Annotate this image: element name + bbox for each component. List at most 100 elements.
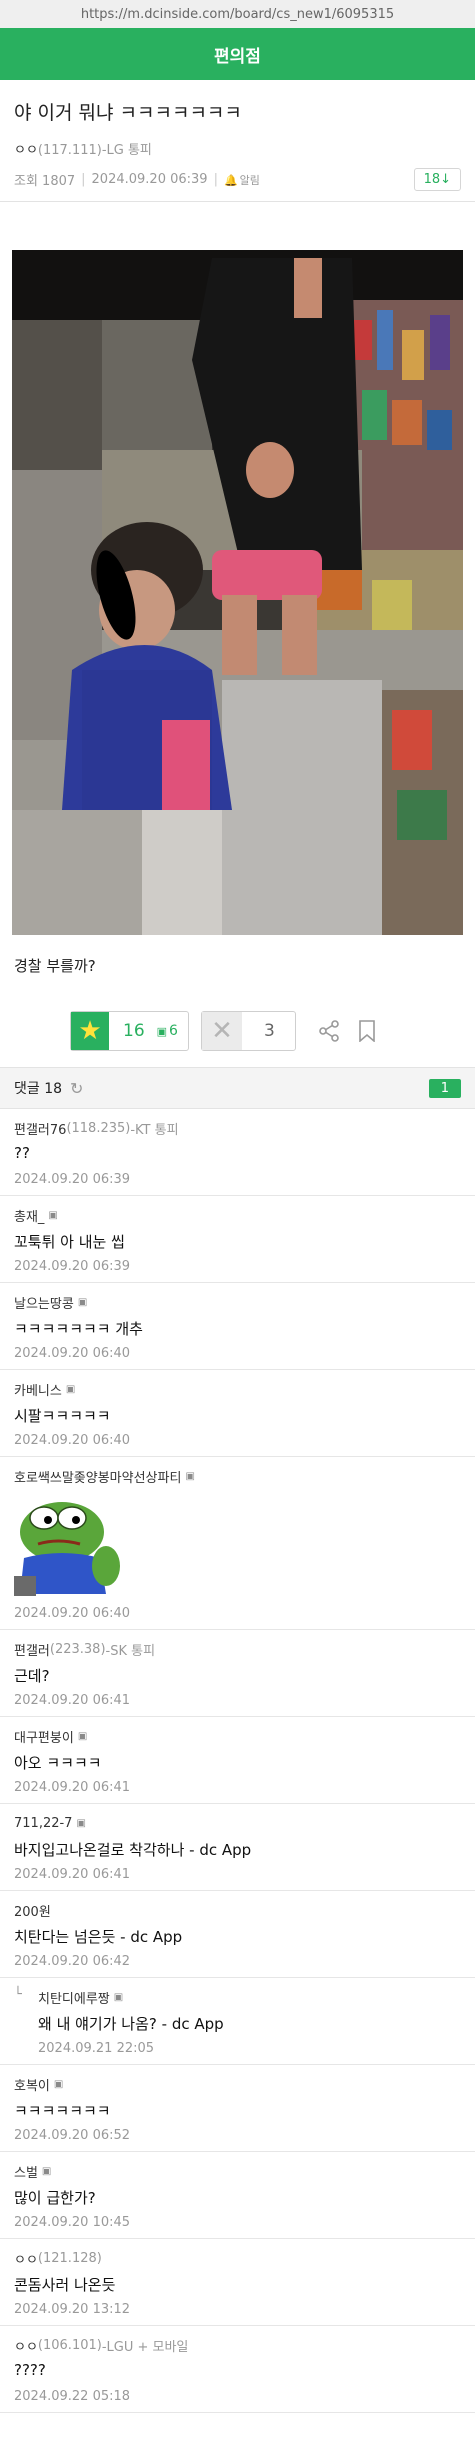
comment-item: 대구편붕이 ▣ 아오 ㅋㅋㅋㅋ 2024.09.20 06:41 xyxy=(0,1717,475,1804)
address-bar[interactable]: https://m.dcinside.com/board/cs_new1/609… xyxy=(0,0,475,28)
gallery-header[interactable]: 편의점 xyxy=(0,28,475,80)
comment-author[interactable]: 200원 xyxy=(14,1900,461,1920)
fixed-user-icon: ▣ xyxy=(53,2078,64,2090)
comment-body: 치탄다는 넘은듯 - dc App xyxy=(14,1928,183,1946)
bookmark-icon[interactable] xyxy=(358,1020,376,1042)
comment-author[interactable]: 편갤러 (223.38) -SK 통피 xyxy=(14,1639,461,1659)
recommend-button[interactable]: ★ 16 ▣ 6 xyxy=(70,1011,189,1051)
comment-date: 2024.09.20 06:41 xyxy=(14,1867,131,1882)
post-author-name[interactable]: ㅇㅇ xyxy=(14,143,38,158)
comment-author-name: 호복이 xyxy=(14,2078,50,2094)
comment-item: ㅇㅇ (121.128) 콘돔사러 나온듯 2024.09.20 13:12 xyxy=(0,2239,475,2326)
comment-author-name: 711,22-7 xyxy=(14,1815,73,1831)
post-author-carrier: -LG 통피 xyxy=(101,143,152,158)
comment-date: 2024.09.20 06:40 xyxy=(14,1606,131,1621)
fixed-recommend: ▣ 6 xyxy=(153,1012,188,1050)
comment-item: 총재_ ▣ 꼬툭튀 아 내눈 씹 2024.09.20 06:39 xyxy=(0,1196,475,1283)
nonrecommend-count: 3 xyxy=(263,1021,275,1041)
comment-reply-item: └ 치탄디에루짱 ▣ 왜 내 얘기가 나옴? - dc App 2024.09.2… xyxy=(0,1978,475,2065)
bell-icon: 🔔 xyxy=(223,173,238,187)
reply-arrow-icon: └ xyxy=(14,1987,22,2002)
comment-body: 아오 ㅋㅋㅋㅋ xyxy=(14,1754,102,1772)
comment-body: ?? xyxy=(14,1144,30,1162)
comment-author[interactable]: 날으는땅콩 ▣ xyxy=(14,1292,461,1312)
comment-body: ㅋㅋㅋㅋㅋㅋㅋ 개추 xyxy=(14,1320,143,1338)
post-author: ㅇㅇ(117.111)-LG 통피 xyxy=(14,139,461,158)
vote-bar: ★ 16 ▣ 6 ✕ 3 xyxy=(70,1009,475,1053)
comment-date: 2024.09.20 06:39 xyxy=(14,1259,131,1274)
fixed-user-icon: ▣ xyxy=(77,1730,88,1742)
comment-date: 2024.09.20 06:40 xyxy=(14,1433,131,1448)
comment-author-ip: (118.235) xyxy=(66,1120,131,1136)
comment-author[interactable]: ㅇㅇ (106.101) -LGU + 모바일 xyxy=(14,2335,461,2355)
post-title: 야 이거 뭐냐 ㅋㅋㅋㅋㅋㅋㅋ xyxy=(14,102,242,124)
comment-body: 많이 급한가? xyxy=(14,2189,96,2207)
comment-count-badge[interactable]: 18↓ xyxy=(413,168,461,191)
comment-body: 꼬툭튀 아 내눈 씹 xyxy=(14,1233,125,1251)
post-views: 조회 1807 xyxy=(14,174,76,189)
comment-author-ip: (121.128) xyxy=(37,2250,102,2266)
comment-author[interactable]: 카베니스 ▣ xyxy=(14,1379,461,1399)
comment-author[interactable]: 치탄디에루짱 ▣ xyxy=(38,1987,461,2007)
comment-author-name: 스벌 xyxy=(14,2165,38,2181)
fixed-user-icon: ▣ xyxy=(185,1470,195,1482)
divider: | xyxy=(213,172,218,187)
comment-date: 2024.09.22 05:18 xyxy=(14,2389,131,2404)
post-image[interactable] xyxy=(12,250,463,935)
x-icon: ✕ xyxy=(201,1012,242,1050)
comment-author-carrier: -SK 통피 xyxy=(105,1643,156,1659)
comment-item: 편갤러 (223.38) -SK 통피 근데? 2024.09.20 06:41 xyxy=(0,1630,475,1717)
comment-author-name: ㅇㅇ xyxy=(14,2339,38,2355)
url-text: https://m.dcinside.com/board/cs_new1/609… xyxy=(80,6,395,22)
comment-body: ㅋㅋㅋㅋㅋㅋㅋ xyxy=(14,2102,111,2120)
comment-item: 200원 치탄다는 넘은듯 - dc App 2024.09.20 06:42 xyxy=(0,1891,475,1978)
post-author-ip: (117.111) xyxy=(37,143,102,158)
comment-item: 편갤러76 (118.235) -KT 통피 ?? 2024.09.20 06:39 xyxy=(0,1109,475,1196)
comment-item: 날으는땅콩 ▣ ㅋㅋㅋㅋㅋㅋㅋ 개추 2024.09.20 06:40 xyxy=(0,1283,475,1370)
comment-date: 2024.09.20 06:42 xyxy=(14,1954,131,1969)
comment-author[interactable]: 호복이 ▣ xyxy=(14,2074,461,2094)
fixed-user-icon: ▣ xyxy=(65,1383,76,1395)
fixed-user-icon: ▣ xyxy=(41,2165,52,2177)
comment-author[interactable]: ㅇㅇ (121.128) xyxy=(14,2248,461,2268)
comment-date: 2024.09.20 06:40 xyxy=(14,1346,131,1361)
fixed-recommend-count: 6 xyxy=(169,1023,178,1039)
fixed-user-icon: ▣ xyxy=(113,1991,124,2003)
comment-date: 2024.09.20 10:45 xyxy=(14,2215,131,2230)
share-icon[interactable] xyxy=(318,1020,340,1042)
post-body-text: 경찰 부를까? xyxy=(14,957,96,975)
comment-author[interactable]: 711,22-7 ▣ xyxy=(14,1813,461,1833)
fixed-user-icon: ▣ xyxy=(76,1817,86,1829)
star-icon: ★ xyxy=(71,1012,109,1050)
comment-count-label: 댓글 18 xyxy=(14,1081,63,1097)
comment-date: 2024.09.20 13:12 xyxy=(14,2302,131,2317)
comment-author-name: 대구편붕이 xyxy=(14,1730,74,1746)
comment-author[interactable]: 호로쌕쓰말좆양봉마약선상파티 ▣ xyxy=(14,1466,461,1486)
comment-author-name: 호로쌕쓰말좆양봉마약선상파티 xyxy=(14,1470,182,1486)
comment-author-name: 카베니스 xyxy=(14,1383,62,1399)
divider: | xyxy=(81,172,86,187)
comment-date: 2024.09.20 06:41 xyxy=(14,1693,131,1708)
comment-author[interactable]: 총재_ ▣ xyxy=(14,1205,461,1225)
alarm-button[interactable]: 🔔 알림 xyxy=(224,172,260,188)
comment-item: 호복이 ▣ ㅋㅋㅋㅋㅋㅋㅋ 2024.09.20 06:52 xyxy=(0,2065,475,2152)
comment-author-name: 총재_ xyxy=(14,1209,45,1225)
comment-author[interactable]: 스벌 ▣ xyxy=(14,2161,461,2181)
alarm-label: 알림 xyxy=(239,173,260,187)
comment-author[interactable]: 대구편붕이 ▣ xyxy=(14,1726,461,1746)
comment-date: 2024.09.21 22:05 xyxy=(38,2041,155,2056)
comment-date: 2024.09.20 06:39 xyxy=(14,1172,131,1187)
comment-date: 2024.09.20 06:41 xyxy=(14,1780,131,1795)
fixed-user-icon: ▣ xyxy=(48,1209,58,1221)
recommend-count: 16 xyxy=(123,1021,145,1041)
comment-author[interactable]: 편갤러76 (118.235) -KT 통피 xyxy=(14,1118,461,1138)
comment-header: 댓글 18 ↻ 1 xyxy=(0,1067,475,1109)
comment-page-badge[interactable]: 1 xyxy=(428,1078,461,1098)
post-meta: 조회 1807 | 2024.09.20 06:39 | 🔔 알림 18↓ xyxy=(14,168,461,191)
refresh-icon[interactable]: ↻ xyxy=(70,1079,83,1098)
pepe-sticker-image[interactable] xyxy=(14,1492,124,1596)
post-date: 2024.09.20 06:39 xyxy=(91,172,208,187)
comment-item: 711,22-7 ▣ 바지입고나온걸로 착각하나 - dc App 2024.09… xyxy=(0,1804,475,1891)
comment-body: 바지입고나온걸로 착각하나 - dc App xyxy=(14,1841,252,1859)
nonrecommend-button[interactable]: ✕ 3 xyxy=(200,1011,296,1051)
